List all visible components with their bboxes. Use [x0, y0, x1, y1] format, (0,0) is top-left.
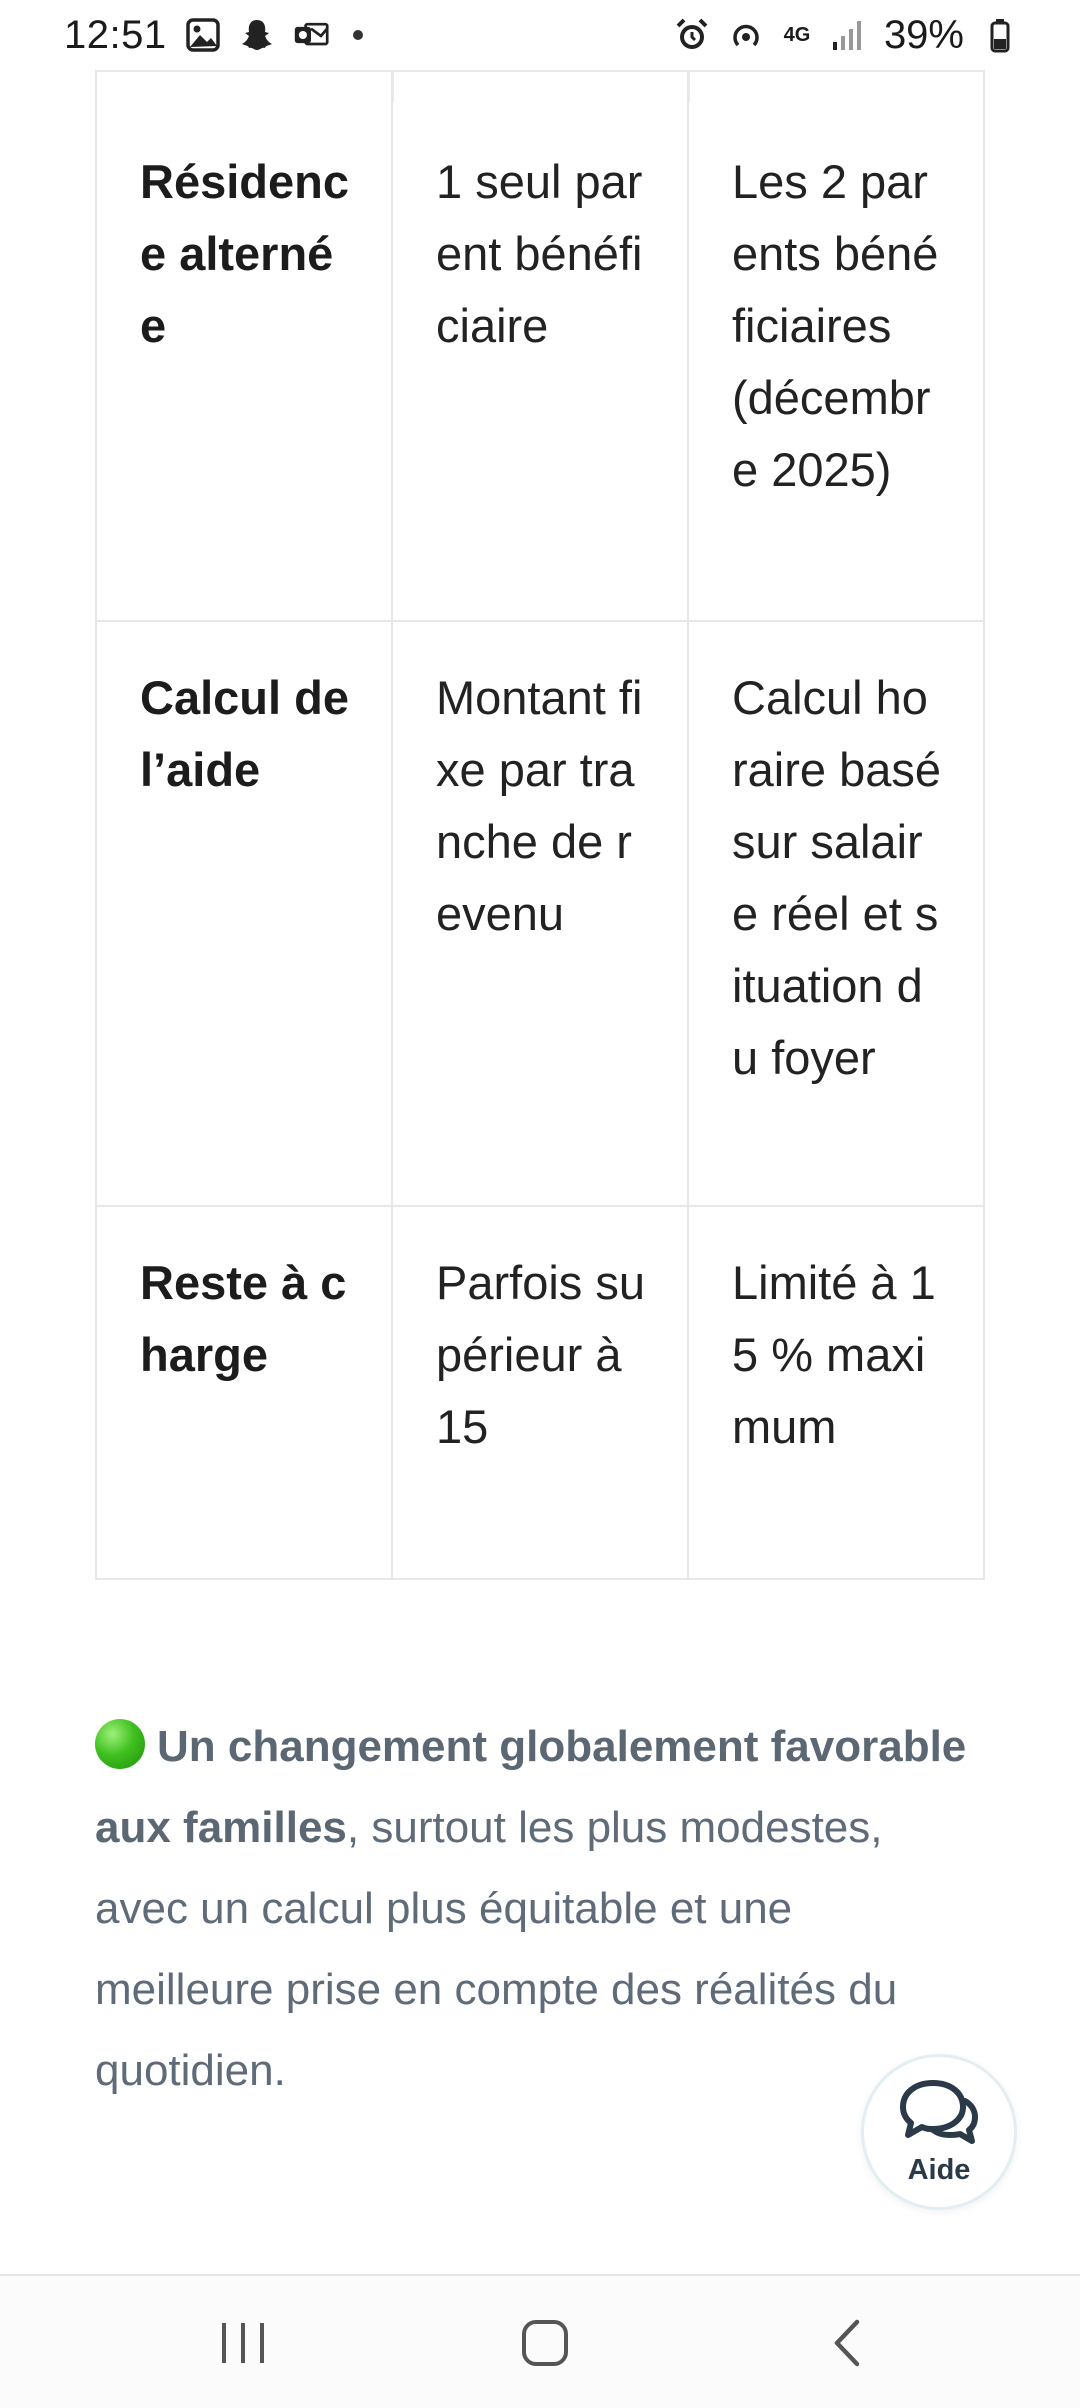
row-label: Reste à charge [95, 1205, 393, 1580]
network-type: 4G [783, 24, 811, 46]
home-icon [522, 2320, 568, 2366]
table-row: Reste à charge Parfois supérieur à 15 Li… [95, 1205, 985, 1580]
signal-icon [830, 17, 866, 53]
snapchat-icon [239, 17, 275, 53]
navigation-bar [0, 2274, 1080, 2408]
gallery-icon [185, 17, 221, 53]
status-bar-right: 4G 39% [674, 13, 1018, 58]
summary-paragraph: Un changement globalement favorable aux … [95, 1706, 975, 2111]
back-icon [834, 2319, 860, 2367]
table-row: Calcul de l’aide Montant fixe par tranch… [95, 620, 985, 1207]
back-button[interactable] [787, 2276, 907, 2408]
status-time: 12:51 [64, 12, 167, 57]
comparison-table: Résidence alternée 1 seul parent bénéfic… [95, 70, 985, 1580]
table-cell: Calcul horaire basé sur salaire réel et … [687, 620, 985, 1207]
table: Résidence alternée 1 seul parent bénéfic… [95, 70, 985, 1580]
row-label: Calcul de l’aide [95, 620, 393, 1207]
help-button[interactable]: Aide [861, 2054, 1017, 2210]
recent-apps-icon [222, 2323, 264, 2363]
chat-bubbles-icon [897, 2077, 981, 2152]
screen: 12:51 4G 39% Résidence alternée 1 seul p… [0, 0, 1080, 2408]
battery-level: 39% [883, 12, 964, 57]
table-cell: Montant fixe par tranche de revenu [391, 620, 689, 1207]
more-dot-icon [352, 30, 363, 40]
table-cell: Parfois supérieur à 15 [391, 1205, 689, 1580]
table-row: Résidence alternée 1 seul parent bénéfic… [95, 70, 985, 622]
table-cell: Limité à 15 % maximum [687, 1205, 985, 1580]
table-cell: 1 seul parent bénéficiaire [391, 70, 689, 622]
status-bar-left: 12:51 [64, 13, 363, 58]
help-label: Aide [907, 2154, 971, 2186]
battery-icon [982, 17, 1018, 53]
recent-apps-button[interactable] [183, 2276, 303, 2408]
green-circle-icon [95, 1719, 145, 1769]
row-label: Résidence alternée [95, 70, 393, 622]
status-bar: 12:51 4G 39% [0, 0, 1080, 70]
alarm-icon [674, 17, 710, 53]
hotspot-icon [728, 17, 764, 53]
home-button[interactable] [485, 2276, 605, 2408]
outlook-icon [293, 17, 329, 53]
table-cell: Les 2 parents bénéficiaires (décembre 20… [687, 70, 985, 622]
